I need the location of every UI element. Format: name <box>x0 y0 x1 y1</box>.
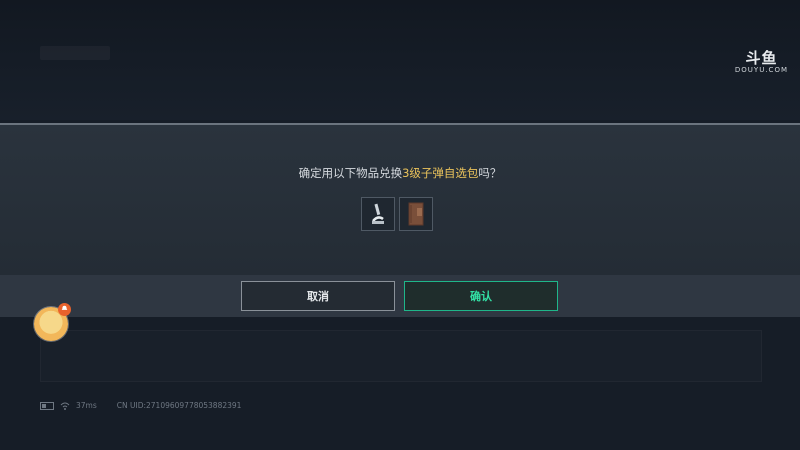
cancel-button[interactable]: 取消 <box>241 281 395 311</box>
uid-text: CN UID:271096097780538823​91 <box>116 401 242 410</box>
background-title <box>40 46 110 60</box>
background-top-bar <box>0 0 800 120</box>
exchange-confirm-dialog: 确定用以下物品兑换3级子弹自选包吗？ 取消 确认 <box>0 123 800 317</box>
prompt-prefix: 确定用以下物品兑换 <box>298 166 403 180</box>
dialog-footer <box>0 275 800 317</box>
exchange-items <box>361 197 433 231</box>
microscope-icon <box>372 203 384 224</box>
status-bar: 37ms CN UID:271096097780538823​91 <box>40 401 241 410</box>
dialog-body: 确定用以下物品兑换3级子弹自选包吗？ <box>0 125 800 275</box>
item-slot[interactable] <box>361 197 395 231</box>
dialog-prompt: 确定用以下物品兑换3级子弹自选包吗？ <box>0 165 800 181</box>
background-bottom-panel <box>40 330 762 382</box>
avatar-notification-badge <box>58 303 71 316</box>
prompt-suffix: 吗？ <box>478 166 502 180</box>
bell-icon <box>61 305 68 310</box>
watermark-url: DOUYU.COM <box>734 66 788 74</box>
ping-value: 37ms <box>76 401 97 410</box>
prompt-item-name: 3级子弹自选包 <box>402 166 479 180</box>
wifi-icon <box>60 402 70 410</box>
douyu-watermark: 斗鱼 DOUYU.COM <box>735 50 788 74</box>
confirm-button[interactable]: 确认 <box>404 281 558 311</box>
watermark-logo: 斗鱼 <box>745 49 778 67</box>
item-slot[interactable] <box>399 197 433 231</box>
leather-book-icon <box>408 202 424 226</box>
battery-icon <box>40 401 54 410</box>
